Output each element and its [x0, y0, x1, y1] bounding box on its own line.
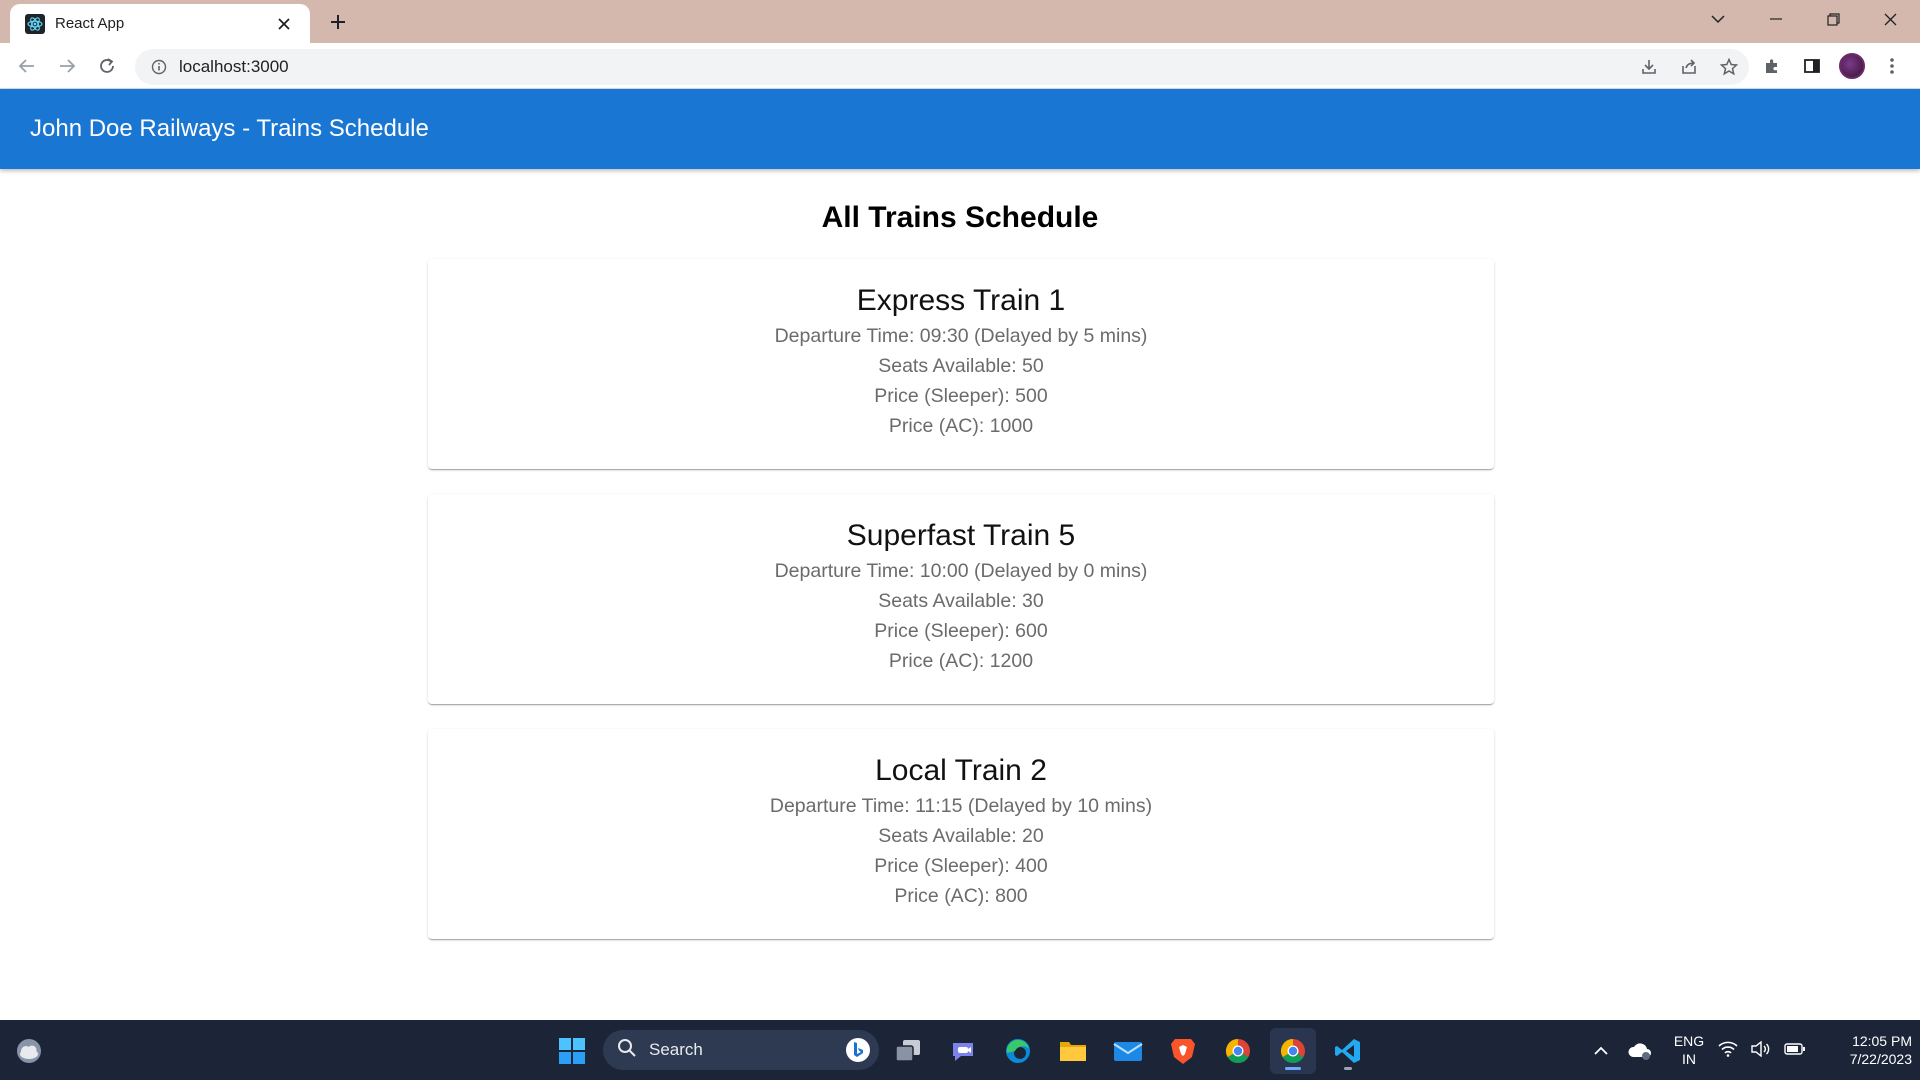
more-menu-icon[interactable] — [1874, 49, 1910, 83]
clock-time: 12:05 PM — [1852, 1033, 1912, 1049]
departure-time: Departure Time: 09:30 (Delayed by 5 mins… — [774, 325, 1148, 347]
page-title: All Trains Schedule — [821, 201, 1099, 234]
side-panel-icon[interactable] — [1794, 49, 1830, 83]
bing-icon[interactable] — [845, 1037, 871, 1063]
price-ac: Price (AC): 1000 — [888, 415, 1034, 437]
clock[interactable]: 12:05 PM 7/22/2023 — [1816, 1032, 1912, 1068]
search-label: Search — [649, 1040, 703, 1059]
weather-widget-icon[interactable] — [6, 1028, 52, 1074]
price-ac: Price (AC): 1200 — [888, 650, 1034, 672]
install-app-icon[interactable] — [1629, 50, 1669, 84]
forward-icon[interactable] — [50, 49, 84, 83]
url-text[interactable]: localhost:3000 — [179, 57, 1629, 77]
train-name: Local Train 2 — [875, 754, 1047, 787]
taskbar-search[interactable]: Search — [603, 1030, 879, 1070]
seats-available: Seats Available: 30 — [878, 590, 1044, 612]
price-sleeper: Price (Sleeper): 500 — [874, 385, 1048, 407]
windows-taskbar: Search ENG IN 12:05 PM 7/22/2023 — [0, 1020, 1920, 1080]
train-card: Superfast Train 5 Departure Time: 10:00 … — [428, 494, 1494, 704]
app-title: John Doe Railways - Trains Schedule — [30, 115, 429, 142]
vscode-icon[interactable] — [1325, 1028, 1371, 1074]
train-card: Express Train 1 Departure Time: 09:30 (D… — [428, 259, 1494, 469]
address-bar[interactable]: localhost:3000 — [135, 49, 1749, 85]
chrome-icon[interactable] — [1215, 1028, 1261, 1074]
language-indicator[interactable]: ENG IN — [1666, 1032, 1712, 1068]
profile-avatar[interactable] — [1834, 49, 1870, 83]
clock-date: 7/22/2023 — [1849, 1051, 1912, 1067]
wifi-icon — [1718, 1041, 1738, 1062]
site-info-icon[interactable] — [149, 57, 169, 77]
tab-title: React App — [55, 15, 125, 32]
extensions-puzzle-icon[interactable] — [1754, 49, 1790, 83]
battery-icon — [1783, 1042, 1806, 1060]
main-content: All Trains Schedule Express Train 1 Depa… — [0, 169, 1920, 939]
react-favicon-icon — [25, 13, 45, 34]
region-code: IN — [1682, 1051, 1696, 1067]
train-card: Local Train 2 Departure Time: 11:15 (Del… — [428, 729, 1494, 939]
train-name: Express Train 1 — [856, 284, 1066, 317]
restore-icon[interactable] — [1805, 0, 1861, 38]
mail-icon[interactable] — [1105, 1028, 1151, 1074]
tab-search-icon[interactable] — [1690, 0, 1746, 38]
minimize-icon[interactable] — [1748, 0, 1804, 38]
bookmark-star-icon[interactable] — [1709, 50, 1749, 84]
language-code: ENG — [1673, 1033, 1705, 1049]
new-tab-button[interactable] — [322, 8, 354, 36]
task-view-icon[interactable] — [885, 1028, 931, 1074]
app-header: John Doe Railways - Trains Schedule — [0, 89, 1920, 169]
browser-titlebar: React App — [0, 0, 1920, 43]
windows-start-icon[interactable] — [549, 1028, 595, 1074]
brave-browser-icon[interactable] — [1160, 1028, 1206, 1074]
departure-time: Departure Time: 11:15 (Delayed by 10 min… — [769, 795, 1153, 817]
chrome-icon-active[interactable] — [1270, 1028, 1316, 1074]
price-ac: Price (AC): 800 — [894, 885, 1028, 907]
edge-browser-icon[interactable] — [995, 1028, 1041, 1074]
browser-tab[interactable]: React App — [10, 4, 310, 43]
browser-toolbar: localhost:3000 — [0, 43, 1920, 89]
price-sleeper: Price (Sleeper): 400 — [874, 855, 1048, 877]
price-sleeper: Price (Sleeper): 600 — [874, 620, 1048, 642]
share-icon[interactable] — [1669, 50, 1709, 84]
train-name: Superfast Train 5 — [846, 519, 1076, 552]
reload-icon[interactable] — [90, 49, 124, 83]
teams-chat-icon[interactable] — [940, 1028, 986, 1074]
close-window-icon[interactable] — [1862, 0, 1918, 38]
search-icon — [617, 1038, 637, 1063]
active-app-indicator — [1285, 1067, 1301, 1070]
departure-time: Departure Time: 10:00 (Delayed by 0 mins… — [774, 560, 1148, 582]
running-app-indicator — [1344, 1067, 1352, 1070]
file-explorer-icon[interactable] — [1050, 1028, 1096, 1074]
onedrive-sync-icon[interactable] — [1617, 1028, 1663, 1074]
system-tray-group[interactable] — [1712, 1028, 1812, 1074]
seats-available: Seats Available: 20 — [878, 825, 1044, 847]
seats-available: Seats Available: 50 — [878, 355, 1044, 377]
close-tab-icon[interactable] — [272, 12, 296, 36]
volume-icon — [1751, 1040, 1771, 1062]
train-list: Express Train 1 Departure Time: 09:30 (D… — [428, 259, 1494, 964]
back-icon[interactable] — [10, 49, 44, 83]
